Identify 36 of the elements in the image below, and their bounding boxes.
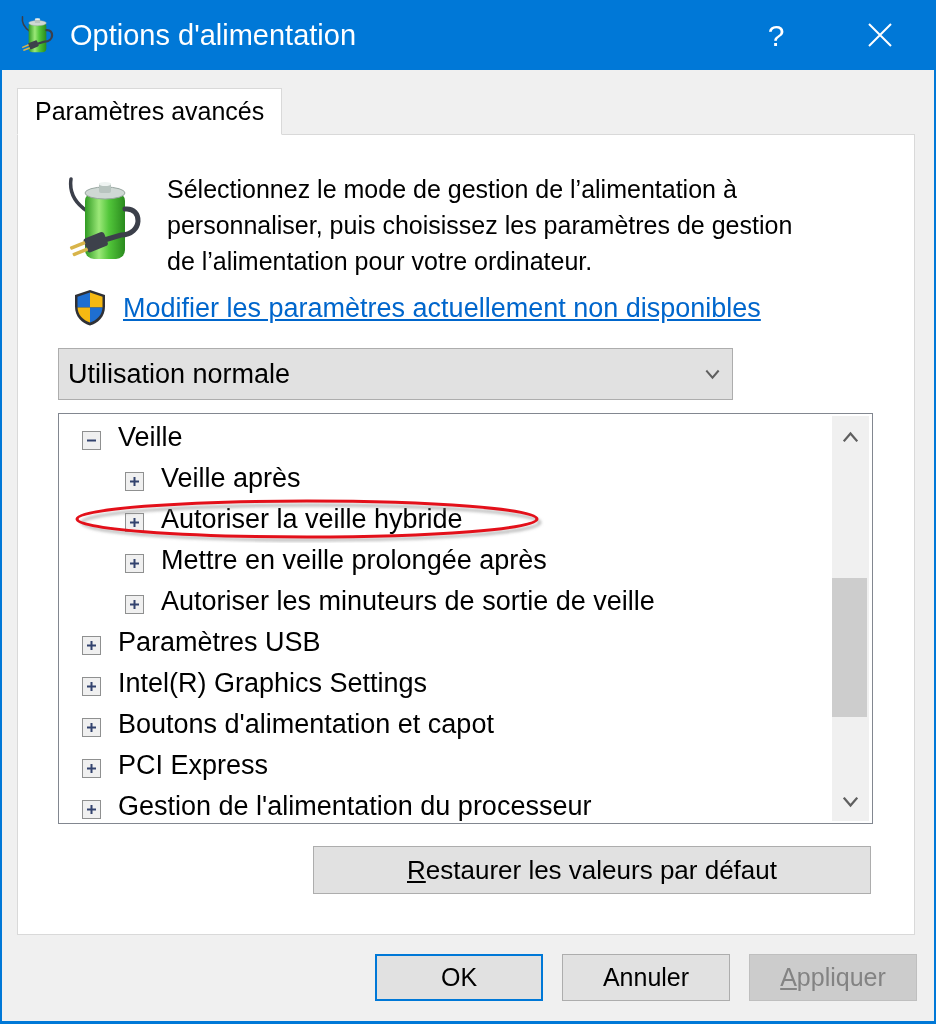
- dialog-button[interactable]: Annuler: [562, 954, 730, 1001]
- tree-item[interactable]: Paramètres USB: [118, 626, 321, 657]
- tree-item[interactable]: Boutons d'alimentation et capot: [118, 708, 494, 739]
- scrollbar[interactable]: [832, 416, 869, 821]
- expand-icon[interactable]: [82, 636, 101, 655]
- tree-item[interactable]: Mettre en veille prolongée après: [161, 544, 547, 575]
- collapse-icon[interactable]: [82, 431, 101, 450]
- expand-icon[interactable]: [82, 677, 101, 696]
- expand-icon[interactable]: [125, 554, 144, 573]
- expand-icon[interactable]: [125, 472, 144, 491]
- chevron-down-icon[interactable]: [704, 368, 721, 380]
- tree-item[interactable]: Veille: [118, 421, 183, 452]
- battery-plug-icon: [20, 16, 55, 54]
- expand-icon[interactable]: [82, 718, 101, 737]
- tree-item[interactable]: PCI Express: [118, 749, 269, 780]
- expand-icon[interactable]: [82, 800, 101, 819]
- expand-icon[interactable]: [125, 595, 144, 614]
- expand-icon[interactable]: [125, 513, 144, 532]
- tree-item[interactable]: Autoriser les minuteurs de sortie de veille: [161, 585, 655, 616]
- window-title: Options d'alimentation: [70, 18, 357, 52]
- intro-text: Sélectionnez le mode de gestion de l’alimentation à personnaliser, puis choisissez les paramètres de gestion de l’alimentation pour votre ordinateur.: [167, 174, 794, 277]
- restore-defaults-button[interactable]: Restaurer les valeurs par défaut: [313, 846, 871, 894]
- tree-item[interactable]: Intel(R) Graphics Settings: [118, 667, 428, 698]
- scroll-down-icon[interactable]: [843, 795, 858, 808]
- dialog-button[interactable]: OK: [375, 954, 543, 1001]
- shield-icon: [73, 289, 107, 326]
- help-button[interactable]: ?: [746, 0, 806, 70]
- expand-icon[interactable]: [82, 759, 101, 778]
- scroll-up-icon[interactable]: [843, 430, 858, 443]
- plan-dropdown[interactable]: Utilisation normale: [58, 348, 733, 400]
- close-icon: [868, 23, 892, 47]
- tree-item[interactable]: Gestion de l'alimentation du processeur: [118, 790, 592, 821]
- tree-item[interactable]: Veille après: [161, 462, 301, 493]
- settings-link[interactable]: Modifier les paramètres actuellement non disponibles: [123, 289, 761, 326]
- settings-tab[interactable]: Paramètres avancés: [17, 88, 283, 135]
- scrollbar-thumb[interactable]: [832, 578, 867, 717]
